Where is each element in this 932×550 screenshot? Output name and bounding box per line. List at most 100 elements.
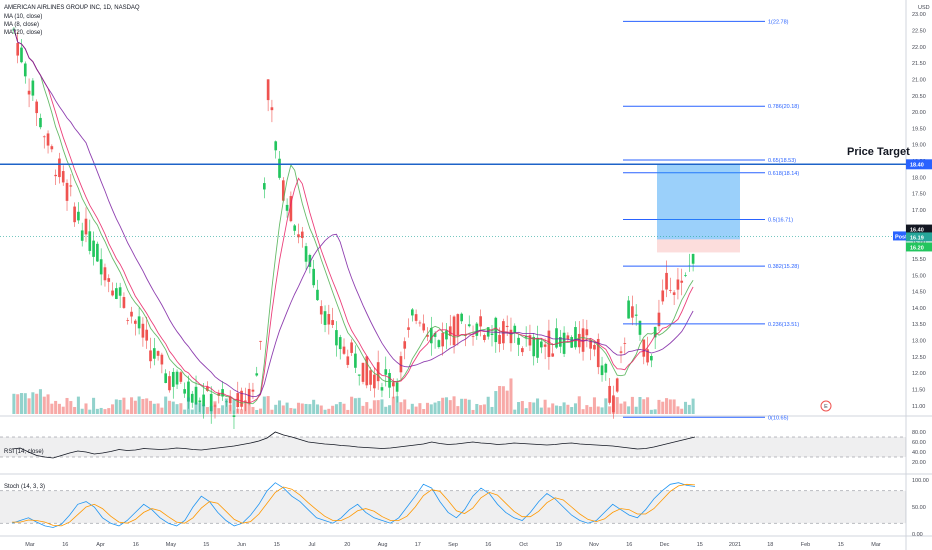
volume-bar [573,403,577,414]
y-tick-label: 23.00 [912,12,926,18]
candle-body [619,351,623,353]
volume-bar [133,400,137,414]
volume-bar [12,393,16,414]
stoch-pane[interactable]: 100.00 50.00 0.00 [0,478,929,538]
fib-level-label: 0.786(20.18) [768,104,799,110]
volume-bar [619,403,623,414]
candle-body [361,362,365,382]
candle-body [634,314,638,316]
candle-body [418,322,422,324]
oscillator-tick-label: 100.00 [912,478,929,484]
candle-body [99,259,103,275]
volume-bar [596,406,600,414]
candle-body [585,329,589,336]
volume-bar [623,401,627,414]
volume-bar [251,406,255,414]
candle-body [183,389,186,394]
candle-body [498,334,501,344]
volume-bar [634,406,638,414]
volume-bar [300,403,304,414]
candle-body [92,240,95,257]
x-tick-label: May [166,542,177,548]
volume-bar [581,409,585,414]
oscillator-tick-label: 50.00 [912,505,926,511]
candle-body [543,344,547,347]
last-price-badge-text: 16.19 [910,235,924,241]
price-pane[interactable]: 1(22.78) 0.786(20.18) 0.65(18.53) 0.618(18.… [0,0,932,550]
volume-bar [126,409,130,414]
volume-bar [566,404,570,414]
volume-bar [190,409,194,414]
candle-body [395,382,399,392]
x-tick-label: 18 [767,542,773,548]
volume-bar [19,393,24,414]
y-tick-label: 20.00 [912,110,926,116]
candle-body [676,279,680,290]
candle-body [300,231,304,239]
volume-bar [69,401,73,414]
candle-body [54,174,57,177]
volume-bar [608,406,612,414]
candle-body [77,211,80,221]
volume-bar [532,402,536,414]
volume-bar [319,405,323,414]
fib-level-label: 0.236(13.51) [768,322,799,328]
volume-bar [577,396,581,414]
volume-bar [99,407,103,414]
candle-body [407,327,410,330]
candle-body [20,47,23,63]
candle-body [369,370,372,385]
chart-title: AMERICAN AIRLINES GROUP INC, 1D, NASDAQ [4,5,140,11]
candle-body [456,314,460,336]
candle-body [304,246,308,262]
candle-body [615,378,619,392]
chart-canvas[interactable]: 1(22.78) 0.786(20.18) 0.65(18.53) 0.618(18.… [0,0,932,550]
volume-bar [570,407,574,414]
rsi-pane[interactable]: 80.00 60.00 40.00 20.00 [0,430,926,466]
volume-bar [259,408,263,414]
candle-body [88,231,92,251]
candle-body [103,267,107,281]
candle-body [80,230,84,241]
candle-body [338,337,342,350]
y-tick-label: 22.50 [912,28,926,34]
price-axis[interactable]: 11.00 11.50 12.00 12.50 13.00 13.50 14.00 14.50… [893,12,932,410]
volume-bar [638,397,642,414]
rsi-title: RSI (14, close) [4,449,44,455]
volume-bar [672,399,676,414]
candle-body [513,325,517,334]
candle-body [69,185,73,187]
volume-bar [315,404,319,414]
x-tick-label: Mar [871,542,881,548]
candle-body [581,328,585,352]
fib-level-label: 1(22.78) [768,19,789,25]
candle-body [388,372,391,388]
oscillator-tick-label: 20.00 [912,460,926,466]
volume-bar [668,399,672,414]
candle-body [445,330,448,340]
candle-body [244,400,247,402]
volume-bar [691,398,695,414]
volume-bar [57,403,61,414]
candle-body [61,171,65,183]
volume-bar [376,400,380,414]
time-axis[interactable]: Mar 16 Apr 16 May 15 Jun 15 Jul 20 Aug 17 Sep 16 Oct 19… [25,542,881,548]
volume-bar [437,401,441,414]
candle-body [509,329,513,344]
x-tick-label: Nov [589,542,599,548]
price-target-label: Price Target [847,146,910,158]
volume-bar [323,409,327,414]
volume-bar [156,403,160,414]
candle-body [357,374,361,376]
volume-bar [289,407,293,414]
y-tick-label: 15.50 [912,257,926,263]
candle-body [175,371,179,385]
candle-body [642,339,646,357]
candle-body [35,101,38,114]
volume-bar [467,399,471,414]
candle-body [354,353,357,368]
volume-bar [517,402,521,414]
candle-body [327,314,331,325]
volume-bar [308,404,312,414]
volume-bar [160,407,164,414]
